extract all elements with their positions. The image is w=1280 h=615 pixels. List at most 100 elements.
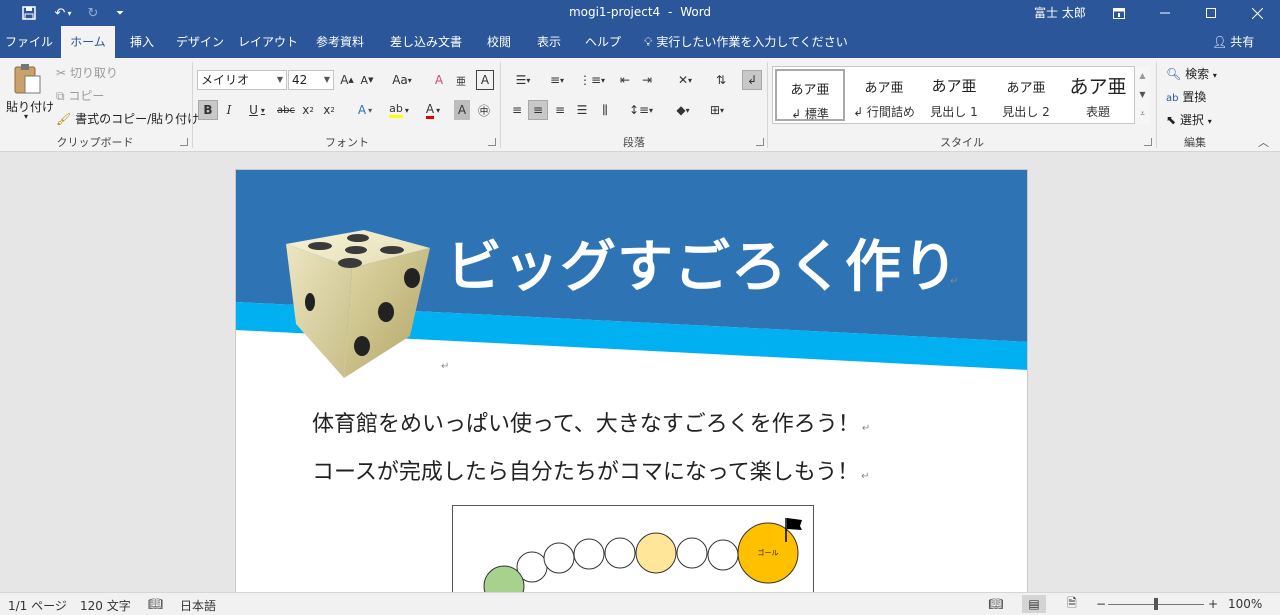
close-icon[interactable] <box>1234 0 1280 26</box>
clear-formatting-icon[interactable]: A <box>430 70 448 90</box>
style-no-spacing[interactable]: あア亜 ↲ 行間詰め <box>849 69 919 121</box>
style-heading-1[interactable]: あア亜 見出し 1 <box>919 69 989 121</box>
board-space <box>676 537 708 569</box>
style-normal[interactable]: あア亜 ↲ 標準 <box>775 69 845 121</box>
language-indicator[interactable]: 日本語 <box>180 597 216 614</box>
clipboard-dialog-launcher-icon[interactable] <box>180 138 188 146</box>
gallery-down-icon[interactable]: ▼ <box>1135 85 1150 104</box>
sort-icon[interactable]: ⇅ <box>712 70 730 90</box>
highlight-color-icon[interactable]: ab ▾ <box>384 100 414 120</box>
superscript-button[interactable]: x2 <box>320 100 338 120</box>
document-page[interactable]: ビッグすごろく作り ↵ ↵ 体育館をめいっぱい使って、大きなすごろくを作ろう！ ↵… <box>235 169 1028 592</box>
cut-button[interactable]: ✂ 切り取り <box>56 64 118 81</box>
body-line-2: コースが完成したら自分たちがコマになって楽しもう！ ↵ <box>312 454 870 486</box>
distributed-icon[interactable]: ⫼ <box>596 100 614 120</box>
tab-design[interactable]: デザイン <box>170 26 230 58</box>
sugoroku-board-image[interactable]: ゴール <box>452 505 814 592</box>
zoom-in-icon[interactable]: + <box>1208 597 1218 611</box>
bold-button[interactable]: B <box>198 100 218 120</box>
show-paragraph-marks-icon[interactable]: ↲ <box>742 70 762 90</box>
strikethrough-button[interactable]: abc <box>276 100 296 120</box>
web-layout-icon[interactable]: 🗎︎ <box>1060 595 1084 613</box>
tab-file[interactable]: ファイル <box>0 26 58 58</box>
character-shading-icon[interactable]: A <box>454 100 470 120</box>
justify-icon[interactable]: ☰ <box>573 100 591 120</box>
enclosed-character-icon[interactable]: ㊥ <box>475 100 493 120</box>
find-button[interactable]: 🔍︎ 検索 ▾ <box>1166 65 1217 82</box>
board-space-highlight <box>635 532 677 574</box>
user-name[interactable]: 富士 太郎 <box>1034 4 1086 21</box>
style-preview: あア亜 <box>1069 76 1127 98</box>
font-group-label: フォント <box>325 136 369 149</box>
underline-button[interactable]: U ▾ <box>242 100 272 120</box>
italic-button[interactable]: I <box>220 100 238 120</box>
phonetic-guide-icon[interactable]: 亜 <box>452 70 470 90</box>
format-painter-button[interactable]: 🖌︎ 書式のコピー/貼り付け <box>56 110 199 127</box>
line-spacing-icon[interactable]: ↕≡ ▾ <box>626 100 656 120</box>
zoom-level[interactable]: 100% <box>1228 597 1262 611</box>
print-layout-icon[interactable]: ▤ <box>1022 595 1046 613</box>
body-text: コースが完成したら自分たちがコマになって楽しもう！ <box>312 460 860 485</box>
asian-layout-icon[interactable]: ✕ ▾ <box>670 70 700 90</box>
styles-gallery-scroll: ▲ ▼ ⩡ <box>1134 66 1150 124</box>
tab-help[interactable]: ヘルプ <box>578 26 628 58</box>
font-dialog-launcher-icon[interactable] <box>488 138 496 146</box>
tab-view[interactable]: 表示 <box>528 26 570 58</box>
borders-icon[interactable]: ⊞ ▾ <box>702 100 732 120</box>
cursor-arrow-icon: ⬉ <box>1166 113 1177 127</box>
ribbon-display-options-icon[interactable] <box>1096 0 1142 26</box>
paragraph-dialog-launcher-icon[interactable] <box>756 138 764 146</box>
share-button[interactable]: 👤︎ 共有 <box>1212 26 1254 58</box>
numbering-icon[interactable]: ≡ ▾ <box>542 70 572 90</box>
style-heading-2[interactable]: あア亜 見出し 2 <box>991 69 1061 121</box>
styles-group-label: スタイル <box>940 136 984 149</box>
grow-font-icon[interactable]: A ▲ <box>338 70 356 90</box>
page-count[interactable]: 1/1 ページ <box>8 597 67 614</box>
clipboard-group-label: クリップボード <box>56 136 134 149</box>
align-center-icon[interactable]: ≡ <box>528 100 548 120</box>
proofing-icon[interactable]: 📖︎ <box>148 597 163 611</box>
minimize-icon[interactable] <box>1142 0 1188 26</box>
replace-button[interactable]: ab 置換 <box>1166 88 1206 105</box>
tab-references[interactable]: 参考資料 <box>306 26 374 58</box>
shading-icon[interactable]: ◆ ▾ <box>668 100 698 120</box>
text-effects-icon[interactable]: A ▾ <box>350 100 380 120</box>
gallery-up-icon[interactable]: ▲ <box>1135 66 1150 85</box>
tell-me-box[interactable]: 💡︎ 実行したい作業を入力してください <box>644 26 848 58</box>
shrink-font-icon[interactable]: A ▼ <box>358 70 376 90</box>
zoom-out-icon[interactable]: − <box>1096 597 1106 611</box>
style-title[interactable]: あア亜 表題 <box>1063 69 1133 121</box>
select-button[interactable]: ⬉ 選択 ▾ <box>1166 111 1212 128</box>
increase-indent-icon[interactable]: ⇥ <box>638 70 656 90</box>
ribbon-tabs: ファイル ホーム 挿入 デザイン レイアウト 参考資料 差し込み文書 校閲 表示… <box>0 26 1280 58</box>
paste-icon[interactable] <box>6 62 48 96</box>
font-color-icon[interactable]: A ▾ <box>418 100 448 120</box>
word-count[interactable]: 120 文字 <box>80 597 131 614</box>
tab-layout[interactable]: レイアウト <box>236 26 300 58</box>
decrease-indent-icon[interactable]: ⇤ <box>616 70 634 90</box>
font-size-combo[interactable]: 42 ▼ <box>288 70 334 90</box>
subscript-button[interactable]: x2 <box>299 100 317 120</box>
tell-me-text: 実行したい作業を入力してください <box>656 35 848 49</box>
align-right-icon[interactable]: ≡ <box>551 100 569 120</box>
tab-review[interactable]: 校閲 <box>478 26 520 58</box>
maximize-icon[interactable] <box>1188 0 1234 26</box>
tab-home[interactable]: ホーム <box>61 26 115 58</box>
styles-dialog-launcher-icon[interactable] <box>1144 138 1152 146</box>
copy-button[interactable]: ⧉ コピー <box>56 87 104 104</box>
font-name-combo[interactable]: メイリオ ▼ <box>197 70 287 90</box>
paste-button[interactable]: 貼り付け <box>6 98 54 115</box>
tab-mailings[interactable]: 差し込み文書 <box>382 26 470 58</box>
change-case-icon[interactable]: Aa ▾ <box>386 70 418 90</box>
paste-dropdown-icon[interactable]: ▾ <box>24 112 28 121</box>
bullets-icon[interactable]: ☰ ▾ <box>508 70 538 90</box>
gallery-more-icon[interactable]: ⩡ <box>1135 104 1150 123</box>
enclose-characters-icon[interactable]: A <box>476 70 494 90</box>
tab-insert[interactable]: 挿入 <box>120 26 164 58</box>
multilevel-list-icon[interactable]: ⋮≡ ▾ <box>576 70 608 90</box>
read-mode-icon[interactable]: 📖︎ <box>984 595 1008 613</box>
align-left-icon[interactable]: ≡ <box>508 100 526 120</box>
collapse-ribbon-icon[interactable]: ︿ <box>1258 134 1269 150</box>
scissors-icon: ✂ <box>56 66 67 80</box>
zoom-slider-thumb[interactable] <box>1154 598 1158 610</box>
